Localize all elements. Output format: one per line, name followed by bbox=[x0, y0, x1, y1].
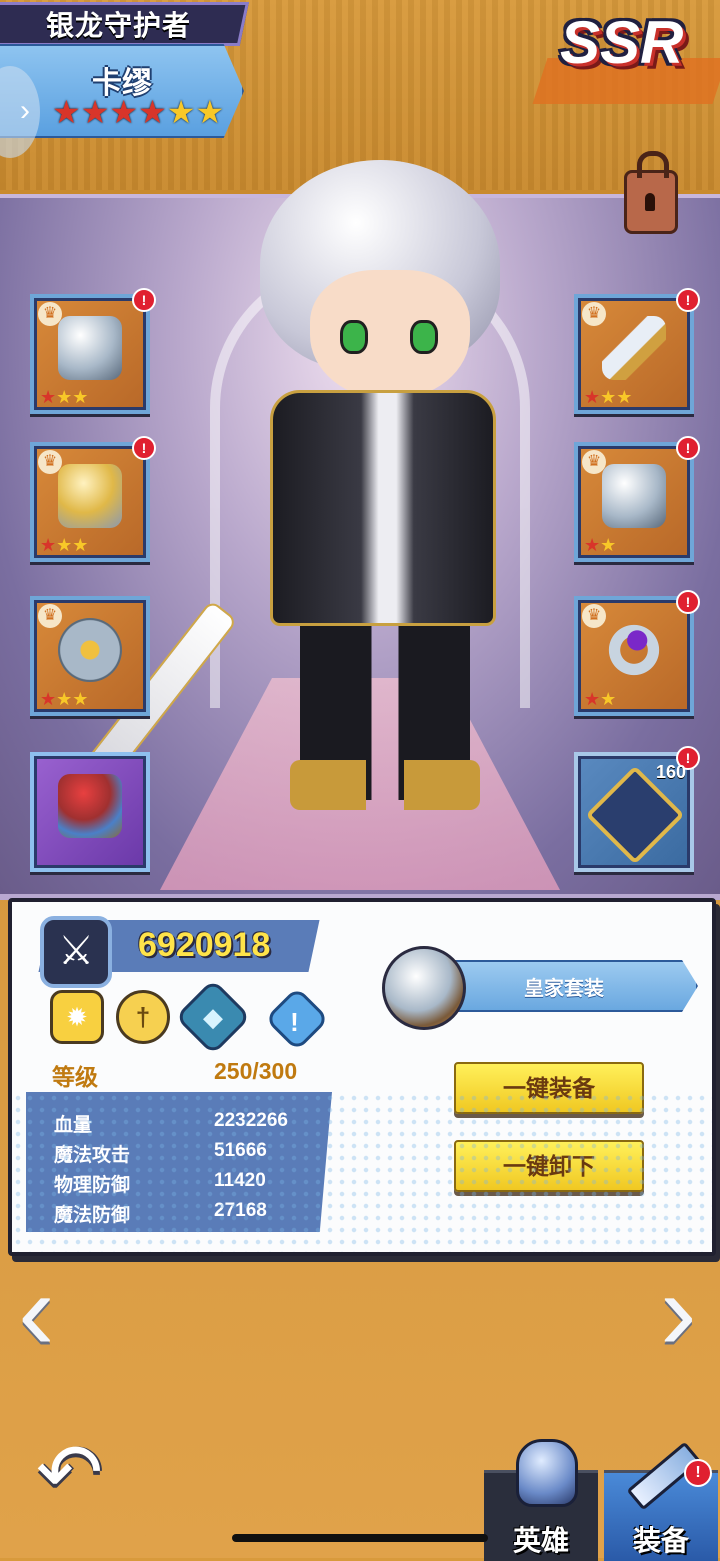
chevron-right-icon: › bbox=[20, 94, 30, 127]
eye bbox=[410, 320, 438, 354]
crown-icon: ♛ bbox=[38, 604, 62, 628]
alert-icon: ! bbox=[132, 288, 156, 312]
stat-label: 物理防御 bbox=[54, 1175, 131, 1196]
back-arrow-icon[interactable]: ↶ bbox=[36, 1433, 136, 1513]
hero-info-panel: ⚔ 6920918 ✹ † ◆ ! 等级 250/300 血量 2232266 … bbox=[8, 898, 716, 1256]
combat-power: 6920918 bbox=[138, 926, 271, 964]
star-icon: ★ bbox=[195, 94, 225, 130]
star-icon: ★ bbox=[80, 94, 110, 130]
helmet-icon[interactable] bbox=[382, 946, 466, 1030]
star-icon: ★ bbox=[166, 94, 196, 130]
alert-icon: ! bbox=[676, 590, 700, 614]
hero-star-rating: ★ ★ ★ ★ ★ ★ bbox=[52, 96, 224, 128]
star-icon: ★ bbox=[52, 94, 81, 130]
previous-hero-arrow-icon[interactable]: ‹ bbox=[18, 1257, 58, 1367]
alert-icon: ! bbox=[684, 1459, 712, 1487]
hero-face bbox=[310, 270, 470, 400]
hammer-icon bbox=[58, 774, 122, 838]
skill-alert-icon[interactable]: ! bbox=[264, 986, 330, 1052]
tab-hero[interactable]: 英雄 bbox=[484, 1439, 598, 1561]
stat-label: 血量 bbox=[54, 1115, 93, 1136]
skill-sun-icon[interactable]: ✹ bbox=[50, 990, 104, 1044]
shield-icon bbox=[58, 618, 122, 682]
level-label: 等级 bbox=[52, 1064, 98, 1090]
tab-equipment-label: 装备 bbox=[632, 1525, 689, 1556]
equip-slot-weapon[interactable] bbox=[30, 752, 150, 872]
equip-all-button[interactable]: 一键装备 bbox=[454, 1062, 644, 1114]
stat-value: 27168 bbox=[214, 1200, 267, 1221]
alert-icon: ! bbox=[132, 436, 156, 460]
equip-slot-shield[interactable]: ♛ ★★★ bbox=[30, 596, 150, 716]
eye bbox=[340, 320, 368, 354]
tab-hero-label: 英雄 bbox=[512, 1525, 569, 1556]
hero-title: 银龙守护者 bbox=[46, 10, 192, 41]
boots-icon bbox=[602, 464, 666, 528]
item-stars: ★★★ bbox=[40, 387, 89, 407]
skill-dagger-icon[interactable]: † bbox=[116, 990, 170, 1044]
hero-model[interactable] bbox=[36, 160, 530, 845]
hero-coat bbox=[270, 390, 496, 626]
equipment-set-name: 皇家套装 bbox=[524, 978, 604, 1000]
equip-slot-emblem[interactable]: ! 160 bbox=[574, 746, 700, 872]
helmet-icon bbox=[516, 1439, 578, 1507]
lock-icon[interactable] bbox=[624, 151, 678, 234]
unequip-all-button[interactable]: 一键卸下 bbox=[454, 1140, 644, 1192]
stat-label: 魔法攻击 bbox=[54, 1145, 131, 1166]
equip-slot-sword[interactable]: ♛ ! ★★★ bbox=[574, 288, 700, 414]
home-indicator[interactable] bbox=[232, 1534, 488, 1542]
star-icon: ★ bbox=[109, 94, 139, 130]
equip-slot-boots[interactable]: ♛ ! ★★ bbox=[574, 436, 700, 562]
crown-icon: ♛ bbox=[582, 604, 606, 628]
alert-icon: ! bbox=[676, 436, 700, 460]
stat-value: 2232266 bbox=[214, 1110, 288, 1131]
stat-label: 魔法防御 bbox=[54, 1205, 131, 1226]
hero-boots bbox=[290, 760, 480, 810]
helmet-icon bbox=[58, 316, 122, 380]
skill-crystal-icon[interactable]: ◆ bbox=[174, 978, 252, 1056]
level-value: 250/300 bbox=[214, 1058, 298, 1084]
next-hero-arrow-icon[interactable]: › bbox=[660, 1257, 700, 1367]
equip-slot-armor[interactable]: ♛ ! ★★★ bbox=[30, 436, 156, 562]
equip-slot-ring[interactable]: ♛ ! ★★ bbox=[574, 590, 700, 716]
stat-value: 11420 bbox=[214, 1170, 266, 1191]
item-stars: ★★★ bbox=[584, 387, 633, 407]
armor-icon bbox=[58, 464, 122, 528]
rarity-badge: SSR bbox=[560, 9, 684, 76]
equip-slot-helmet[interactable]: ♛ ! ★★★ bbox=[30, 288, 156, 414]
item-stars: ★★★ bbox=[40, 689, 89, 709]
item-stars: ★★ bbox=[584, 535, 617, 555]
tab-equipment[interactable]: ! 装备 bbox=[604, 1441, 718, 1561]
star-icon: ★ bbox=[138, 94, 167, 130]
sword-icon bbox=[602, 316, 666, 380]
ring-icon bbox=[602, 618, 666, 682]
alert-icon: ! bbox=[676, 288, 700, 312]
stat-value: 51666 bbox=[214, 1140, 267, 1161]
emblem-count: 160 bbox=[655, 762, 686, 782]
item-stars: ★★★ bbox=[40, 535, 89, 555]
item-stars: ★★ bbox=[584, 689, 617, 709]
crossed-swords-icon: ⚔ bbox=[40, 916, 112, 988]
